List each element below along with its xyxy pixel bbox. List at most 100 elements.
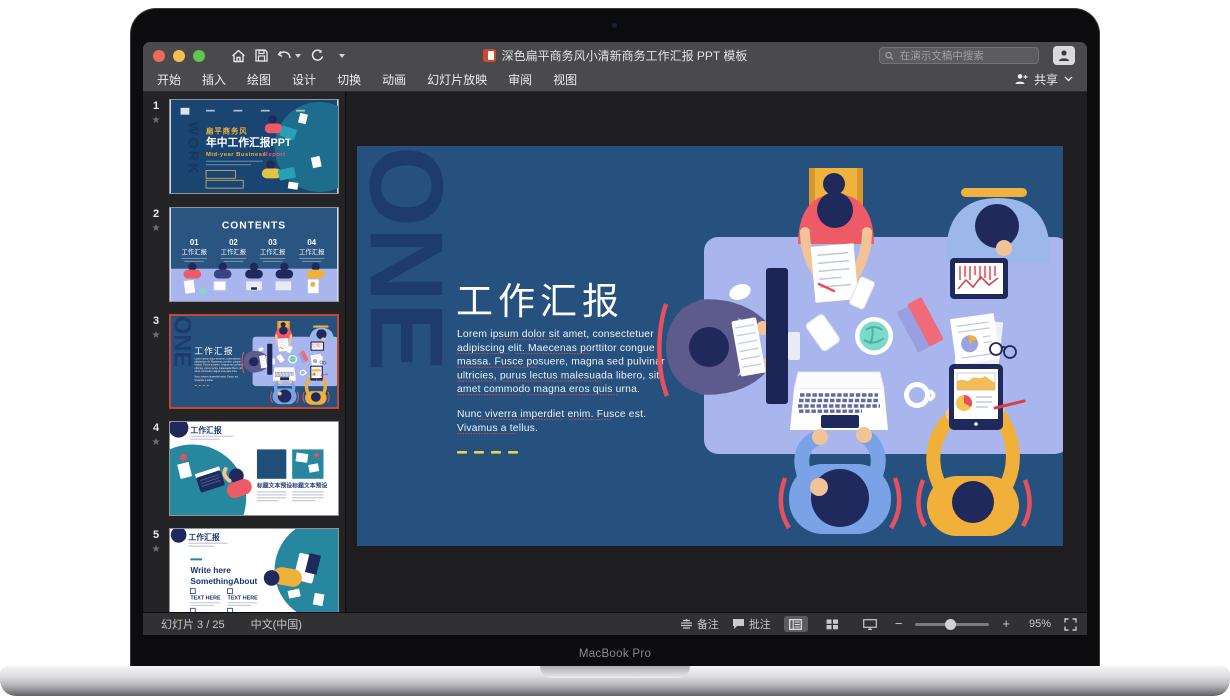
notes-button[interactable]: 备注 [680, 616, 719, 632]
svg-text:TEXT HERE: TEXT HERE [228, 595, 259, 601]
thumbnail-item-4[interactable]: 4 ★ 工作汇报 [143, 421, 345, 516]
undo-button[interactable] [277, 49, 292, 62]
svg-text:扁平商务风: 扁平商务风 [206, 126, 248, 135]
ribbon-tabs: 开始 插入 绘图 设计 切换 动画 幻灯片放映 审阅 视图 共享 [143, 69, 1087, 92]
slide2-thumbnail: CONTENTS 01 工作汇报 02 工作汇报 03 工作汇报 04 工作汇 [170, 208, 338, 301]
slide-number: 2 [143, 208, 169, 220]
current-slide[interactable] [357, 146, 1063, 546]
svg-text:年中工作汇报PPT: 年中工作汇报PPT [206, 136, 292, 149]
slide-sorter-icon [826, 619, 839, 630]
svg-text:Mid-year Business: Mid-year Business [206, 152, 266, 158]
search-icon [885, 51, 894, 61]
language-status[interactable]: 中文(中国) [251, 616, 302, 632]
svg-text:标题文本预设: 标题文本预设 [256, 482, 292, 490]
slide-number: 1 [143, 100, 169, 112]
zoom-level: 95% [1023, 618, 1051, 630]
zoom-in-button[interactable]: + [1002, 619, 1010, 629]
slide1-thumbnail: WORK 扁平商务风 年中工作汇报PPT Mid-year Business R… [170, 100, 338, 193]
svg-text:工作汇报: 工作汇报 [182, 247, 208, 256]
slide-number: 4 [143, 422, 169, 434]
transition-star-icon: ★ [143, 330, 169, 341]
transition-star-icon: ★ [143, 223, 169, 234]
svg-text:工作汇报: 工作汇报 [260, 247, 286, 256]
account-person-icon [1057, 49, 1071, 62]
slide-number: 5 [143, 529, 169, 541]
tab-slideshow[interactable]: 幻灯片放映 [427, 71, 487, 88]
svg-text:Write here: Write here [190, 565, 231, 575]
slide-counter: 幻灯片 3 / 25 [161, 616, 225, 632]
undo-dropdown-icon[interactable] [295, 54, 301, 58]
webcam-icon [612, 23, 617, 28]
macbook-label: MacBook Pro [0, 648, 1230, 660]
zoom-button[interactable] [193, 50, 205, 62]
comment-icon [732, 618, 745, 630]
powerpoint-window: 深色扁平商务风小清新商务工作汇报 PPT 模板 开始 插入 绘图 [143, 42, 1087, 635]
svg-text:工作汇报: 工作汇报 [188, 532, 219, 542]
slide3-thumbnail [171, 316, 337, 407]
zoom-slider[interactable] [915, 623, 989, 626]
svg-text:工作汇报: 工作汇报 [221, 247, 247, 256]
notes-icon [680, 619, 693, 630]
svg-text:01: 01 [190, 238, 199, 247]
svg-text:工作汇报: 工作汇报 [299, 247, 325, 256]
traffic-lights [153, 50, 205, 62]
tab-home[interactable]: 开始 [157, 71, 181, 88]
tab-transitions[interactable]: 切换 [337, 71, 361, 88]
comments-button[interactable]: 批注 [732, 616, 771, 632]
save-button[interactable] [255, 49, 268, 62]
share-button[interactable]: 共享 [1014, 71, 1073, 88]
svg-text:CONTENTS: CONTENTS [222, 221, 286, 232]
redo-button[interactable] [310, 49, 324, 63]
thumbnail-item-5[interactable]: 5 ★ 工作汇报 [143, 528, 345, 612]
view-normal-button[interactable] [784, 616, 808, 632]
tab-view[interactable]: 视图 [553, 71, 577, 88]
view-slideshow-button[interactable] [858, 616, 882, 632]
transition-star-icon: ★ [143, 115, 169, 126]
svg-text:TEXT HERE: TEXT HERE [190, 595, 221, 601]
tab-design[interactable]: 设计 [292, 71, 316, 88]
transition-star-icon: ★ [143, 437, 169, 448]
svg-text:SomethingAbout: SomethingAbout [190, 576, 257, 586]
share-label: 共享 [1034, 71, 1058, 88]
quick-toolbar [231, 49, 345, 63]
svg-text:工作汇报: 工作汇报 [190, 425, 221, 435]
slide-thumbnail-panel: 1 ★ WORK 扁平商务风 年中工作汇报PPT [143, 92, 346, 612]
tab-insert[interactable]: 插入 [202, 71, 226, 88]
transition-star-icon: ★ [143, 544, 169, 555]
share-chevron-icon[interactable] [1064, 76, 1073, 82]
add-person-icon [1014, 73, 1028, 85]
search-field[interactable] [879, 47, 1039, 64]
home-button[interactable] [231, 49, 246, 63]
tab-draw[interactable]: 绘图 [247, 71, 271, 88]
slide5-thumbnail: 工作汇报 Write h [170, 529, 338, 612]
window-title: 深色扁平商务风小清新商务工作汇报 PPT 模板 [502, 47, 748, 64]
zoom-slider-knob[interactable] [945, 619, 956, 630]
workspace: 1 ★ WORK 扁平商务风 年中工作汇报PPT [143, 92, 1087, 612]
status-bar: 幻灯片 3 / 25 中文(中国) 备注 批注 [143, 612, 1087, 635]
slide-number: 3 [143, 315, 169, 327]
minimize-button[interactable] [173, 50, 185, 62]
account-button[interactable] [1053, 46, 1075, 65]
svg-text:02: 02 [229, 238, 238, 247]
fullscreen-icon[interactable] [1064, 618, 1077, 631]
svg-text:03: 03 [268, 238, 277, 247]
svg-text:04: 04 [307, 238, 316, 247]
thumbnail-item-3-selected[interactable]: 3 ★ [143, 314, 345, 409]
macbook-mockup: ONE 工作汇报 Lorem ipsum dolor sit amet, con… [0, 0, 1230, 700]
macbook-lid-notch [540, 666, 690, 678]
slideshow-icon [863, 619, 877, 630]
svg-text:Report: Report [264, 152, 286, 158]
toolbar-dropdown-icon[interactable] [339, 54, 345, 58]
zoom-out-button[interactable]: − [895, 619, 903, 629]
slide4-thumbnail: 工作汇报 [170, 422, 338, 515]
view-slide-sorter-button[interactable] [821, 616, 845, 632]
ppt-document-icon [483, 49, 496, 62]
slide-canvas [346, 92, 1087, 612]
search-input[interactable] [898, 49, 1033, 63]
tab-review[interactable]: 审阅 [508, 71, 532, 88]
titlebar: 深色扁平商务风小清新商务工作汇报 PPT 模板 [143, 42, 1087, 69]
thumbnail-item-2[interactable]: 2 ★ CONTENTS 01 工作汇报 02 [143, 207, 345, 302]
tab-animations[interactable]: 动画 [382, 71, 406, 88]
close-button[interactable] [153, 50, 165, 62]
thumbnail-item-1[interactable]: 1 ★ WORK 扁平商务风 年中工作汇报PPT [143, 99, 345, 194]
